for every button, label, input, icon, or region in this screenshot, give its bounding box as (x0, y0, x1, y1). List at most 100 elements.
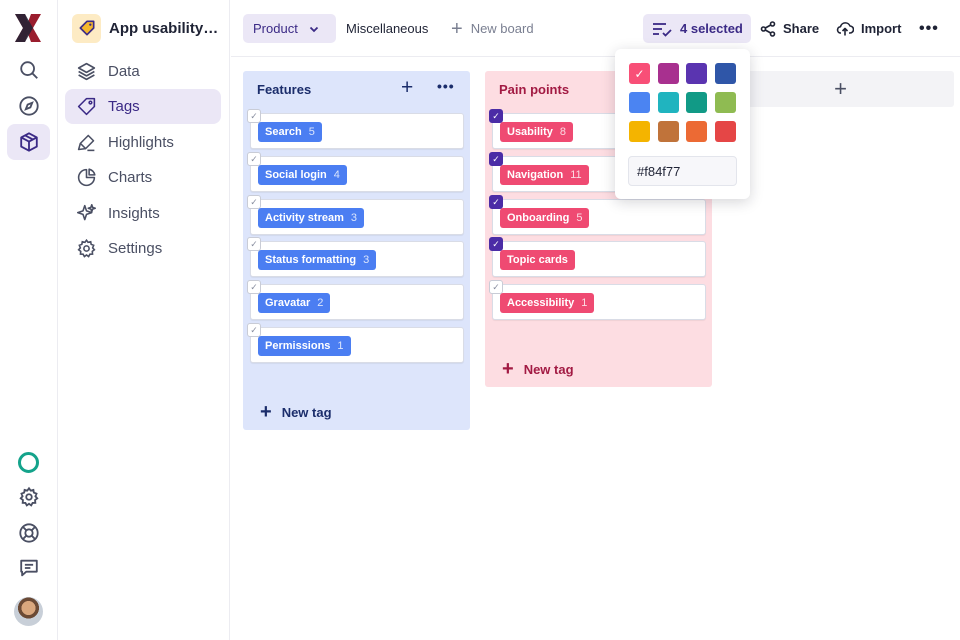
tab-miscellaneous[interactable]: Miscellaneous (346, 14, 428, 43)
tag-count: 8 (559, 126, 566, 138)
status-ring-icon[interactable] (18, 452, 39, 473)
tag-chip[interactable]: Gravatar 2 (258, 293, 331, 313)
tag-chip[interactable]: Search 5 (258, 122, 322, 142)
sidebar-item-label: Insights (108, 205, 160, 222)
tag-card[interactable]: ✓ Social login 4 (247, 152, 464, 192)
tag-chip[interactable]: Accessibility 1 (500, 293, 595, 313)
tab-label: Product (253, 21, 298, 36)
color-swatch[interactable] (629, 121, 650, 142)
checkbox[interactable]: ✓ (247, 109, 261, 123)
compass-icon[interactable] (7, 88, 50, 124)
color-swatch[interactable] (686, 92, 707, 113)
highlighter-icon (77, 134, 95, 152)
tag-chip[interactable]: Activity stream 3 (258, 208, 364, 228)
checkbox[interactable]: ✓ (489, 280, 503, 294)
tag-card[interactable]: ✓ Status formatting 3 (247, 237, 464, 277)
tag-chip[interactable]: Navigation 11 (500, 165, 589, 185)
color-swatch[interactable] (629, 92, 650, 113)
tag-label: Status formatting (265, 254, 357, 266)
new-board-button[interactable]: + New board (451, 14, 534, 43)
import-button[interactable]: Import (836, 14, 901, 43)
checkbox-checked[interactable]: ✓ (489, 109, 503, 123)
project-header[interactable]: App usability t... (72, 12, 224, 44)
new-tag-button[interactable]: + New tag (260, 402, 332, 422)
tag-label: Permissions (265, 340, 331, 352)
import-label: Import (861, 21, 902, 36)
tag-card[interactable]: ✓ Activity stream 3 (247, 195, 464, 235)
app-logo-icon[interactable] (12, 12, 44, 44)
tag-count: 11 (570, 169, 582, 181)
tag-count: 3 (350, 212, 357, 224)
color-swatch[interactable] (714, 63, 736, 84)
plus-icon: + (451, 17, 463, 40)
search-icon[interactable] (7, 52, 50, 88)
color-swatch[interactable]: ✓ (629, 63, 650, 84)
tag-count: 5 (308, 126, 315, 138)
color-swatch[interactable] (657, 63, 679, 84)
tag-chip[interactable]: Status formatting 3 (258, 250, 377, 270)
add-tag-plus-icon[interactable]: + (401, 77, 413, 98)
tag-card[interactable]: ✓ Onboarding 5 (489, 195, 706, 235)
checkbox[interactable]: ✓ (247, 280, 261, 294)
tag-label: Onboarding (507, 212, 570, 224)
selected-count: 4 selected (680, 21, 743, 36)
sidebar-item-charts[interactable]: Charts (65, 160, 221, 195)
more-options-button[interactable]: ••• (919, 14, 939, 43)
chat-icon[interactable] (7, 550, 50, 586)
tab-product[interactable]: Product (243, 14, 336, 43)
share-icon (760, 20, 776, 37)
checkbox[interactable]: ✓ (247, 237, 261, 251)
checkbox[interactable]: ✓ (247, 152, 261, 166)
tag-count: 4 (333, 169, 340, 181)
sidebar-item-highlights[interactable]: Highlights (65, 125, 221, 160)
layers-icon (77, 62, 96, 81)
tag-label: Topic cards (507, 254, 568, 266)
color-swatch[interactable] (714, 121, 736, 142)
color-swatch[interactable] (657, 121, 679, 142)
user-avatar[interactable] (14, 597, 43, 626)
tag-chip[interactable]: Usability 8 (500, 122, 573, 142)
add-column-button[interactable]: + (727, 71, 954, 107)
tag-card[interactable]: ✓ Search 5 (247, 109, 464, 149)
tag-chip[interactable]: Social login 4 (258, 165, 347, 185)
color-swatch[interactable] (686, 63, 707, 84)
gear-icon[interactable] (7, 479, 50, 515)
checkbox[interactable]: ✓ (247, 323, 261, 337)
tag-card[interactable]: ✓ Permissions 1 (247, 323, 464, 363)
color-swatch[interactable] (657, 92, 679, 113)
new-tag-label: New tag (281, 404, 332, 420)
sidebar-item-label: Charts (108, 169, 153, 186)
plus-icon: + (502, 358, 514, 380)
sidebar-item-data[interactable]: Data (65, 54, 221, 89)
hex-color-input[interactable] (628, 156, 737, 186)
share-button[interactable]: Share (760, 14, 819, 43)
help-lifebuoy-icon[interactable] (7, 515, 50, 551)
projects-cube-icon[interactable] (7, 124, 50, 160)
new-tag-label: New tag (523, 361, 574, 377)
tag-label: Accessibility (507, 297, 575, 309)
tag-card[interactable]: ✓ Gravatar 2 (247, 280, 464, 320)
column-more-icon[interactable]: ••• (437, 78, 455, 94)
color-picker-popover: ✓ (615, 49, 750, 199)
tag-icon (77, 97, 96, 116)
sidebar-item-insights[interactable]: Insights (65, 196, 221, 231)
selection-button[interactable]: 4 selected (643, 14, 751, 43)
tag-card[interactable]: ✓ Topic cards (489, 237, 706, 277)
new-tag-button[interactable]: + New tag (502, 359, 574, 379)
sidebar-item-tags[interactable]: Tags (65, 89, 221, 124)
more-icon: ••• (919, 19, 939, 37)
color-swatch[interactable] (686, 121, 707, 142)
gear-icon (77, 238, 96, 258)
sidebar-item-settings[interactable]: Settings (65, 231, 221, 266)
checkbox-checked[interactable]: ✓ (489, 152, 503, 166)
tag-chip[interactable]: Permissions 1 (258, 336, 351, 356)
tag-card[interactable]: ✓ Accessibility 1 (489, 280, 706, 320)
tag-chip[interactable]: Topic cards (500, 250, 575, 270)
checkbox-checked[interactable]: ✓ (489, 195, 503, 209)
checkbox-checked[interactable]: ✓ (489, 237, 503, 251)
checkbox[interactable]: ✓ (247, 195, 261, 209)
board-toolbar: Product Miscellaneous + New board 4 sele… (231, 0, 960, 57)
tag-count: 3 (363, 254, 370, 266)
color-swatch[interactable] (714, 92, 736, 113)
tag-chip[interactable]: Onboarding 5 (500, 208, 590, 228)
